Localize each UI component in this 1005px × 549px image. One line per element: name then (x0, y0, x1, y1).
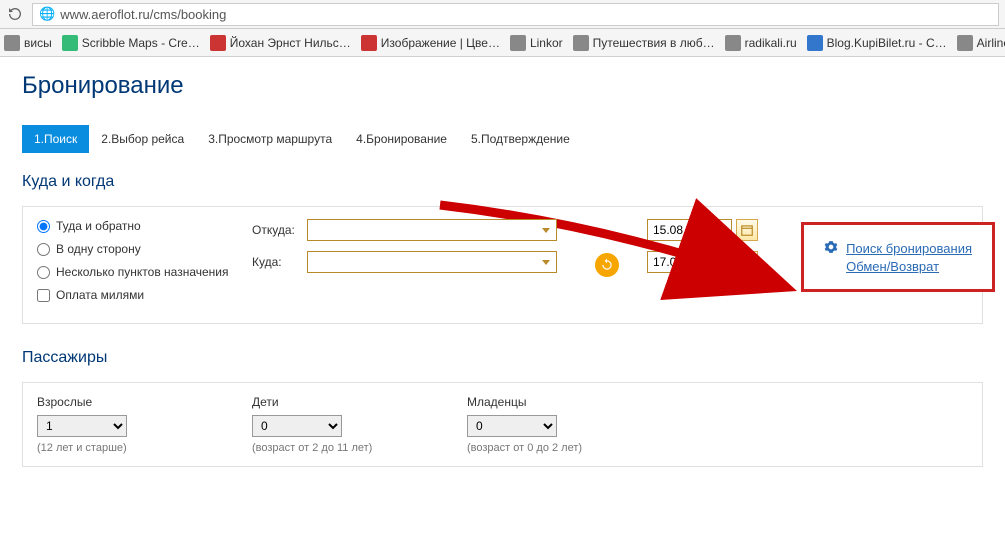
radio-roundtrip-input[interactable] (37, 220, 50, 233)
radio-multi[interactable]: Несколько пунктов назначения (37, 265, 232, 279)
calendar-icon[interactable] (736, 219, 758, 241)
swap-icon[interactable] (595, 253, 619, 277)
adults-select[interactable]: 1 (37, 415, 127, 437)
bookmark-item[interactable]: Йохан Эрнст Нильс… (210, 35, 351, 51)
pax-children: Дети 0 (возраст от 2 до 11 лет) (252, 395, 432, 454)
checkbox-miles[interactable]: Оплата милями (37, 288, 232, 302)
from-dropdown[interactable] (307, 219, 557, 241)
children-select[interactable]: 0 (252, 415, 342, 437)
bookmark-item[interactable]: Путешествия в люб… (573, 35, 715, 51)
favicon (510, 35, 526, 51)
bookmark-item[interactable]: Linkor (510, 35, 563, 51)
favicon (725, 35, 741, 51)
section-pax-title: Пассажиры (22, 349, 983, 367)
favicon (210, 35, 226, 51)
booking-steps: 1.Поиск2.Выбор рейса3.Просмотр маршрута4… (22, 125, 983, 153)
depart-date-input[interactable] (647, 219, 732, 241)
infants-select[interactable]: 0 (467, 415, 557, 437)
to-label: Куда: (252, 255, 307, 269)
step-4[interactable]: 4.Бронирование (344, 125, 459, 153)
reload-icon[interactable] (6, 5, 24, 23)
bookmark-item[interactable]: Blog.KupiBilet.ru - С… (807, 35, 947, 51)
bookmark-item[interactable]: Scribble Maps - Cre… (62, 35, 200, 51)
to-dropdown[interactable] (307, 251, 557, 273)
favicon (957, 35, 973, 51)
favicon (4, 35, 20, 51)
favicon (361, 35, 377, 51)
dates-block (647, 219, 758, 311)
browser-toolbar: 🌐 www.aeroflot.ru/cms/booking (0, 0, 1005, 29)
passengers-panel: Взрослые 1 (12 лет и старше) Дети 0 (воз… (22, 382, 983, 467)
bookmark-item[interactable]: Airline (957, 35, 1005, 51)
callout-box: Поиск бронирования Обмен/Возврат (801, 222, 995, 292)
return-date-input[interactable] (647, 251, 732, 273)
radio-multi-input[interactable] (37, 266, 50, 279)
bookmark-item[interactable]: radikali.ru (725, 35, 797, 51)
radio-oneway[interactable]: В одну сторону (37, 242, 232, 256)
from-label: Откуда: (252, 223, 307, 237)
url-bar[interactable]: 🌐 www.aeroflot.ru/cms/booking (32, 3, 999, 26)
gear-icon (824, 240, 838, 257)
favicon (573, 35, 589, 51)
radio-oneway-input[interactable] (37, 243, 50, 256)
globe-icon: 🌐 (39, 6, 55, 22)
favicon (62, 35, 78, 51)
step-1[interactable]: 1.Поиск (22, 125, 89, 153)
calendar-icon[interactable] (736, 251, 758, 273)
checkbox-miles-input[interactable] (37, 289, 50, 302)
pax-adults: Взрослые 1 (12 лет и старше) (37, 395, 217, 454)
step-5[interactable]: 5.Подтверждение (459, 125, 582, 153)
route-block: Откуда: Куда: (252, 219, 557, 311)
section-where-title: Куда и когда (22, 173, 983, 191)
page-title: Бронирование (22, 72, 983, 100)
trip-type-options: Туда и обратно В одну сторону Несколько … (37, 219, 232, 311)
bookmark-item[interactable]: Изображение | Цве… (361, 35, 500, 51)
step-3[interactable]: 3.Просмотр маршрута (196, 125, 344, 153)
url-text: www.aeroflot.ru/cms/booking (60, 7, 226, 22)
favicon (807, 35, 823, 51)
radio-roundtrip[interactable]: Туда и обратно (37, 219, 232, 233)
pax-infants: Младенцы 0 (возраст от 0 до 2 лет) (467, 395, 647, 454)
exchange-return-link[interactable]: Обмен/Возврат (846, 259, 939, 274)
search-booking-link[interactable]: Поиск бронирования (846, 241, 972, 256)
bookmarks-bar: висы Scribble Maps - Cre… Йохан Эрнст Ниль… (0, 29, 1005, 57)
bookmark-item[interactable]: висы (4, 35, 52, 51)
step-2[interactable]: 2.Выбор рейса (89, 125, 196, 153)
